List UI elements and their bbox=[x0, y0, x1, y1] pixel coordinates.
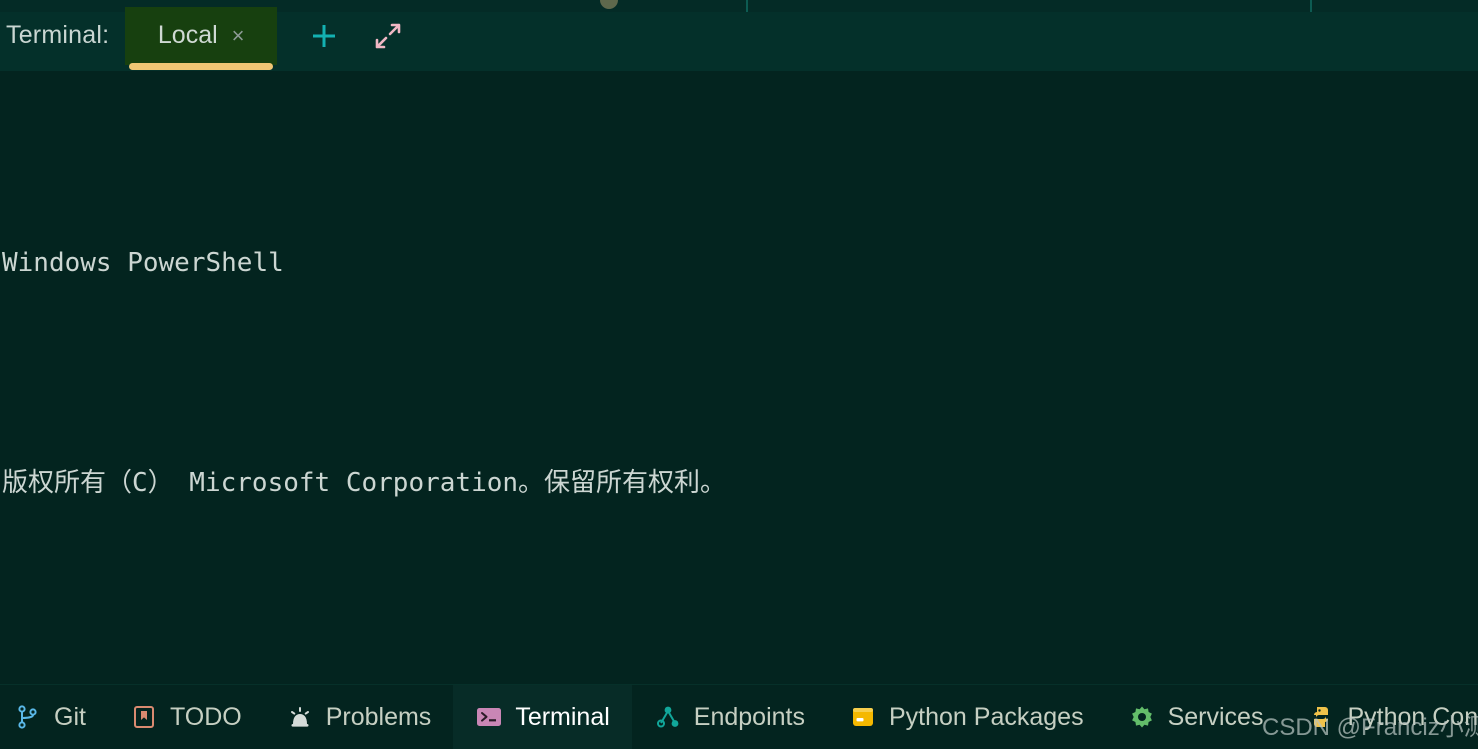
terminal-icon bbox=[475, 703, 503, 731]
close-icon[interactable]: × bbox=[232, 24, 245, 47]
tool-window-label: Services bbox=[1167, 702, 1264, 731]
services-gear-icon bbox=[1128, 703, 1156, 731]
terminal-output-area[interactable]: Windows PowerShell 版权所有（C） Microsoft Cor… bbox=[0, 71, 1478, 685]
tool-window-label: Git bbox=[54, 702, 86, 731]
tool-window-todo[interactable]: TODO bbox=[108, 685, 264, 749]
tool-window-python-console[interactable]: Python Console bbox=[1285, 685, 1478, 749]
endpoints-nodes-icon bbox=[654, 703, 682, 731]
git-branch-icon bbox=[14, 703, 42, 731]
tool-window-endpoints[interactable]: Endpoints bbox=[632, 685, 827, 749]
terminal-header-bar: Terminal: Local × bbox=[0, 0, 1478, 71]
console-line-copyright: 版权所有（C） Microsoft Corporation。保留所有权利。 bbox=[2, 468, 727, 498]
problems-siren-icon bbox=[286, 703, 314, 731]
header-divider-2 bbox=[1310, 0, 1312, 12]
tool-window-label: Problems bbox=[325, 702, 432, 731]
tool-window-label: Terminal bbox=[515, 702, 610, 731]
tool-window-git[interactable]: Git bbox=[0, 685, 108, 749]
tool-window-problems[interactable]: Problems bbox=[264, 685, 454, 749]
tool-window-services[interactable]: Services bbox=[1106, 685, 1286, 749]
tool-window-terminal[interactable]: Terminal bbox=[453, 685, 632, 749]
tool-window-label: Endpoints bbox=[693, 702, 805, 731]
package-box-icon bbox=[849, 703, 877, 731]
header-scroll-nub bbox=[600, 0, 618, 9]
tool-window-label: Python Packages bbox=[889, 702, 1084, 731]
expand-arrows-icon[interactable] bbox=[371, 19, 405, 53]
tool-window-python-packages[interactable]: Python Packages bbox=[827, 685, 1106, 749]
console-line-banner: Windows PowerShell bbox=[2, 248, 284, 278]
tool-window-bar: Git TODO Problems Terminal Endpoints Pyt… bbox=[0, 684, 1478, 749]
terminal-tab-local[interactable]: Local × bbox=[125, 6, 278, 70]
todo-bookmark-icon bbox=[130, 703, 158, 731]
plus-icon[interactable] bbox=[307, 19, 341, 53]
tool-window-label: TODO bbox=[169, 702, 242, 731]
python-console-icon bbox=[1307, 703, 1335, 731]
terminal-title-label: Terminal: bbox=[6, 21, 110, 49]
tab-active-underline bbox=[129, 62, 274, 70]
tool-window-label: Python Console bbox=[1347, 702, 1478, 731]
header-divider-1 bbox=[746, 0, 748, 12]
ide-terminal-window: Terminal: Local × Windows PowerShell 版权所… bbox=[0, 0, 1478, 749]
terminal-tab-label: Local bbox=[157, 21, 218, 49]
